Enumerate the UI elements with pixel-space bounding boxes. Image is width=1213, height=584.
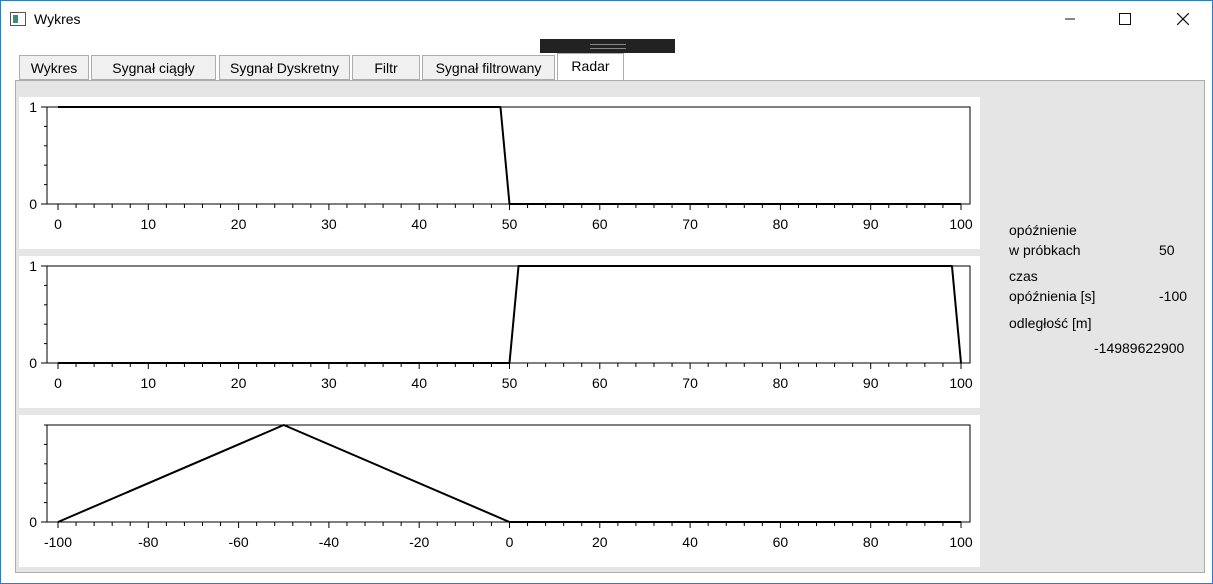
x-tick-label: 100 [949, 534, 973, 550]
x-tick-label: 100 [949, 375, 973, 391]
x-tick-label: 80 [863, 534, 879, 550]
delay-time-value: -100 [1159, 288, 1188, 304]
x-tick-label: -80 [138, 534, 158, 550]
radar-info-panel: opóźnienie w próbkach 50 czas opóźnienia… [981, 83, 1203, 571]
maximize-button[interactable] [1102, 1, 1148, 37]
x-tick-label: -60 [228, 534, 248, 550]
x-tick-label: 0 [54, 216, 62, 232]
y-tick-label: 1 [29, 258, 37, 274]
tab-sygnal-dyskretny[interactable]: Sygnał Dyskretny [219, 55, 350, 80]
minimize-icon [1065, 18, 1075, 20]
tab-sygnal-filtrowany[interactable]: Sygnał filtrowany [422, 55, 555, 80]
delay-time-label-2: opóźnienia [s] [1009, 288, 1096, 304]
x-tick-label: 0 [506, 534, 514, 550]
delay-samples-label-1: opóźnienie [1009, 222, 1077, 238]
x-tick-label: 70 [682, 216, 698, 232]
delay-time-label-1: czas [1009, 268, 1038, 284]
chart-3: -100 -80 -60 -40 -20 0 20 40 60 80 100 0 [29, 424, 973, 550]
tab-filtr[interactable]: Filtr [352, 55, 420, 80]
x-tick-label: 50 [502, 216, 518, 232]
chart-2: 0 10 20 30 40 50 60 70 80 90 100 0 1 [29, 258, 973, 391]
window-title: Wykres [34, 11, 81, 27]
plot-panel-2: 0 10 20 30 40 50 60 70 80 90 100 0 1 [19, 256, 980, 408]
x-tick-label: 20 [592, 534, 608, 550]
x-tick-label: 30 [321, 216, 337, 232]
close-button[interactable] [1160, 1, 1206, 37]
x-tick-label: 70 [682, 375, 698, 391]
x-tick-label: 0 [54, 375, 62, 391]
distance-value: -14989622900 [1094, 340, 1185, 356]
tab-radar[interactable]: Radar [557, 53, 624, 81]
tab-sygnal-ciagly[interactable]: Sygnał ciągły [91, 55, 216, 80]
distance-label: odległość [m] [1009, 315, 1092, 331]
y-tick-label: 0 [29, 196, 37, 212]
x-tick-label: 10 [141, 216, 157, 232]
plot-panel-3: -100 -80 -60 -40 -20 0 20 40 60 80 100 0 [19, 415, 980, 567]
x-tick-label: -20 [409, 534, 429, 550]
x-tick-label: 60 [592, 375, 608, 391]
close-icon [1177, 13, 1189, 25]
x-tick-label: 60 [773, 534, 789, 550]
x-tick-label: 40 [411, 216, 427, 232]
x-tick-label: 10 [141, 375, 157, 391]
x-tick-label: -100 [44, 534, 72, 550]
x-tick-label: 90 [863, 375, 879, 391]
x-tick-label: 90 [863, 216, 879, 232]
x-tick-label: 50 [502, 375, 518, 391]
plot-panel-1: 0 10 20 30 40 50 60 70 80 90 100 0 1 [19, 97, 980, 249]
delay-samples-value: 50 [1159, 242, 1175, 258]
x-tick-label: 30 [321, 375, 337, 391]
x-tick-label: 20 [231, 216, 247, 232]
x-tick-label: 20 [231, 375, 247, 391]
title-bar: Wykres [1, 1, 1212, 37]
maximize-icon [1119, 13, 1131, 25]
y-tick-label: 0 [29, 514, 37, 530]
plot-frame [46, 424, 971, 523]
x-tick-label: -40 [319, 534, 339, 550]
tab-wykres[interactable]: Wykres [19, 55, 89, 80]
delay-samples-label-2: w próbkach [1009, 242, 1081, 258]
x-tick-label: 100 [949, 216, 973, 232]
app-icon [10, 12, 26, 26]
minimize-button[interactable] [1047, 1, 1093, 37]
y-tick-label: 0 [29, 355, 37, 371]
x-tick-label: 80 [773, 216, 789, 232]
x-tick-label: 40 [682, 534, 698, 550]
y-tick-label: 1 [29, 99, 37, 115]
x-tick-label: 60 [592, 216, 608, 232]
plot-frame [46, 265, 971, 364]
chart-1: 0 10 20 30 40 50 60 70 80 90 100 0 1 [29, 99, 973, 232]
splitter-handle[interactable] [540, 39, 675, 53]
x-tick-label: 80 [773, 375, 789, 391]
x-tick-label: 40 [411, 375, 427, 391]
app-window: Wykres Wykres Sygnał ciągły Sygnał Dyskr… [0, 0, 1213, 584]
